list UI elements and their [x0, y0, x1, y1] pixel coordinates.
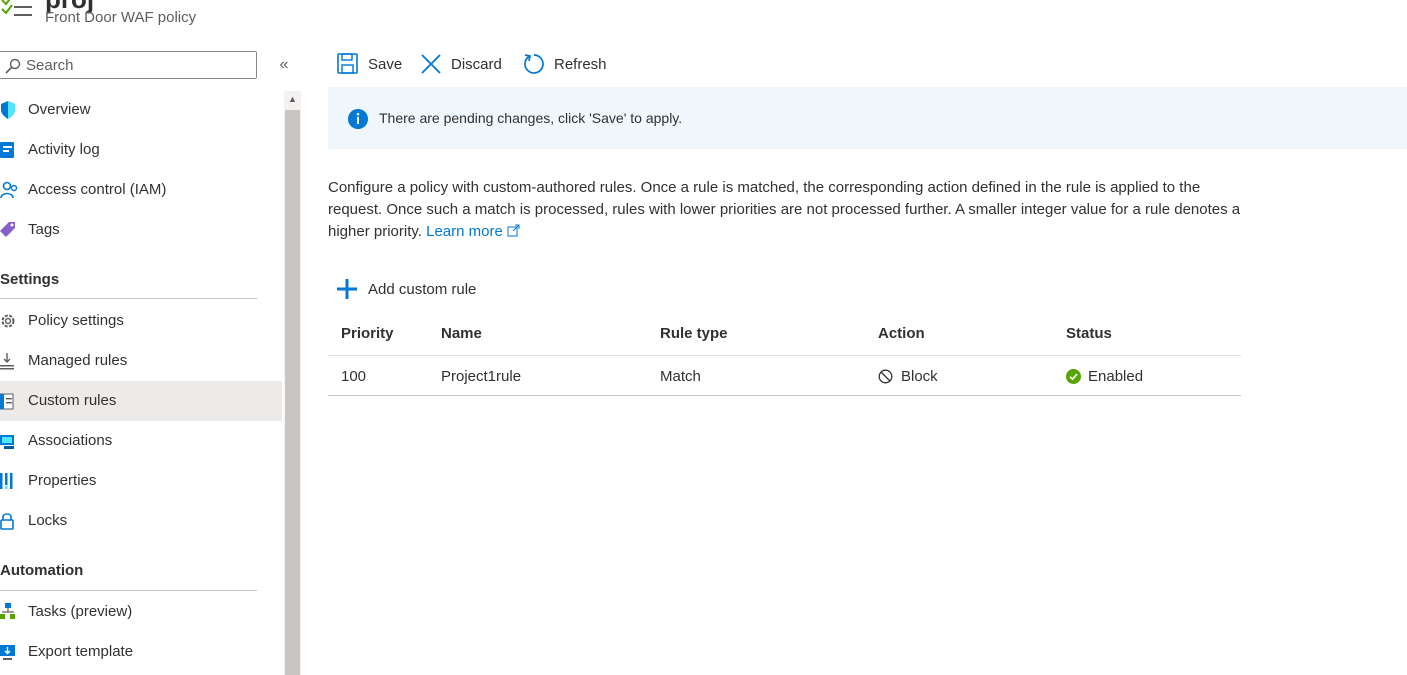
sidebar-item-access-control[interactable]: Access control (IAM): [0, 170, 282, 210]
managed-rules-icon: [0, 353, 14, 370]
search-icon: [5, 58, 21, 74]
tag-icon: [0, 222, 15, 237]
sidebar-search: [0, 51, 257, 79]
column-header-priority[interactable]: Priority: [341, 325, 394, 342]
sidebar-scrollbar-thumb[interactable]: [285, 110, 300, 675]
learn-more-link[interactable]: Learn more: [426, 223, 520, 240]
sidebar-item-tasks[interactable]: Tasks (preview): [0, 592, 282, 632]
cell-status: Enabled: [1088, 368, 1144, 385]
lock-icon: [0, 513, 14, 530]
sidebar-item-label: Export template: [28, 643, 134, 660]
sidebar-item-label: Tags: [28, 221, 60, 238]
column-header-action[interactable]: Action: [878, 325, 925, 342]
cell-priority: 100: [341, 368, 367, 385]
custom-rules-icon: [0, 393, 14, 410]
cell-rule-type: Match: [660, 368, 701, 385]
gear-icon: [1, 314, 15, 328]
sidebar-item-managed-rules[interactable]: Managed rules: [0, 341, 282, 381]
table-row[interactable]: 100 Project1rule Match Block Enabled: [328, 356, 1241, 395]
plus-icon: [337, 279, 357, 299]
overview-shield-icon: [1, 101, 15, 119]
sidebar-item-label: Managed rules: [28, 352, 128, 369]
add-custom-rule-label: Add custom rule: [368, 281, 477, 298]
column-header-status[interactable]: Status: [1066, 325, 1112, 342]
sidebar-item-custom-rules[interactable]: Custom rules: [0, 381, 282, 421]
section-header-settings: Settings: [0, 271, 60, 288]
column-header-rule-type[interactable]: Rule type: [660, 325, 728, 342]
sidebar-item-label: Overview: [28, 101, 91, 118]
cell-action: Block: [901, 368, 938, 385]
save-button[interactable]: Save: [337, 52, 407, 78]
column-header-name[interactable]: Name: [441, 325, 482, 342]
sidebar-item-label: Properties: [28, 472, 97, 489]
info-icon: [348, 109, 368, 129]
discard-label: Discard: [451, 56, 502, 73]
enabled-check-icon: [1066, 369, 1081, 384]
cell-name[interactable]: Project1rule: [441, 368, 521, 385]
refresh-button[interactable]: Refresh: [523, 52, 613, 78]
menu-list-icon: [1, 0, 32, 16]
section-divider: [0, 590, 257, 591]
sidebar-item-label: Locks: [28, 512, 68, 529]
table-divider: [328, 395, 1241, 396]
section-divider: [0, 298, 257, 299]
scroll-up-arrow-icon[interactable]: ▲: [286, 92, 299, 106]
sidebar-item-export-template[interactable]: Export template: [0, 632, 282, 672]
properties-bars-icon: [0, 473, 13, 489]
page-subtitle: Front Door WAF policy: [45, 9, 197, 26]
sidebar-item-label: Custom rules: [28, 392, 117, 409]
sidebar-item-locks[interactable]: Locks: [0, 501, 282, 541]
save-icon: [337, 53, 358, 74]
sidebar-item-overview[interactable]: Overview: [0, 90, 282, 130]
pending-changes-banner: There are pending changes, click 'Save' …: [328, 87, 1407, 149]
block-icon: [878, 369, 893, 384]
sidebar-item-label: Access control (IAM): [28, 181, 167, 198]
discard-button[interactable]: Discard: [420, 52, 510, 78]
export-template-icon: [0, 645, 15, 660]
page-description: Configure a policy with custom-authored …: [328, 177, 1248, 243]
add-custom-rule-button[interactable]: Add custom rule: [336, 277, 496, 303]
sidebar-item-label: Activity log: [28, 141, 100, 158]
sidebar-item-label: Policy settings: [28, 312, 124, 329]
sidebar-item-policy-settings[interactable]: Policy settings: [0, 301, 282, 341]
external-link-icon: [507, 224, 520, 237]
sidebar-item-associations[interactable]: Associations: [0, 421, 282, 461]
save-label: Save: [368, 56, 403, 73]
discard-x-icon: [421, 54, 441, 74]
learn-more-label: Learn more: [426, 223, 503, 240]
search-input[interactable]: [26, 54, 246, 76]
associations-icon: [0, 435, 14, 449]
sidebar-item-activity-log[interactable]: Activity log: [0, 130, 282, 170]
banner-message: There are pending changes, click 'Save' …: [379, 110, 683, 126]
iam-people-icon: [0, 181, 18, 199]
sidebar-item-tags[interactable]: Tags: [0, 210, 282, 250]
sidebar-item-label: Associations: [28, 432, 113, 449]
sidebar-item-label: Tasks (preview): [28, 603, 133, 620]
collapse-sidebar-button[interactable]: «: [276, 55, 292, 75]
section-header-automation: Automation: [0, 562, 84, 579]
refresh-icon: [524, 54, 544, 74]
sidebar-item-properties[interactable]: Properties: [0, 461, 282, 501]
tasks-icon: [0, 603, 15, 619]
activity-log-icon: [0, 142, 14, 158]
refresh-label: Refresh: [554, 56, 607, 73]
